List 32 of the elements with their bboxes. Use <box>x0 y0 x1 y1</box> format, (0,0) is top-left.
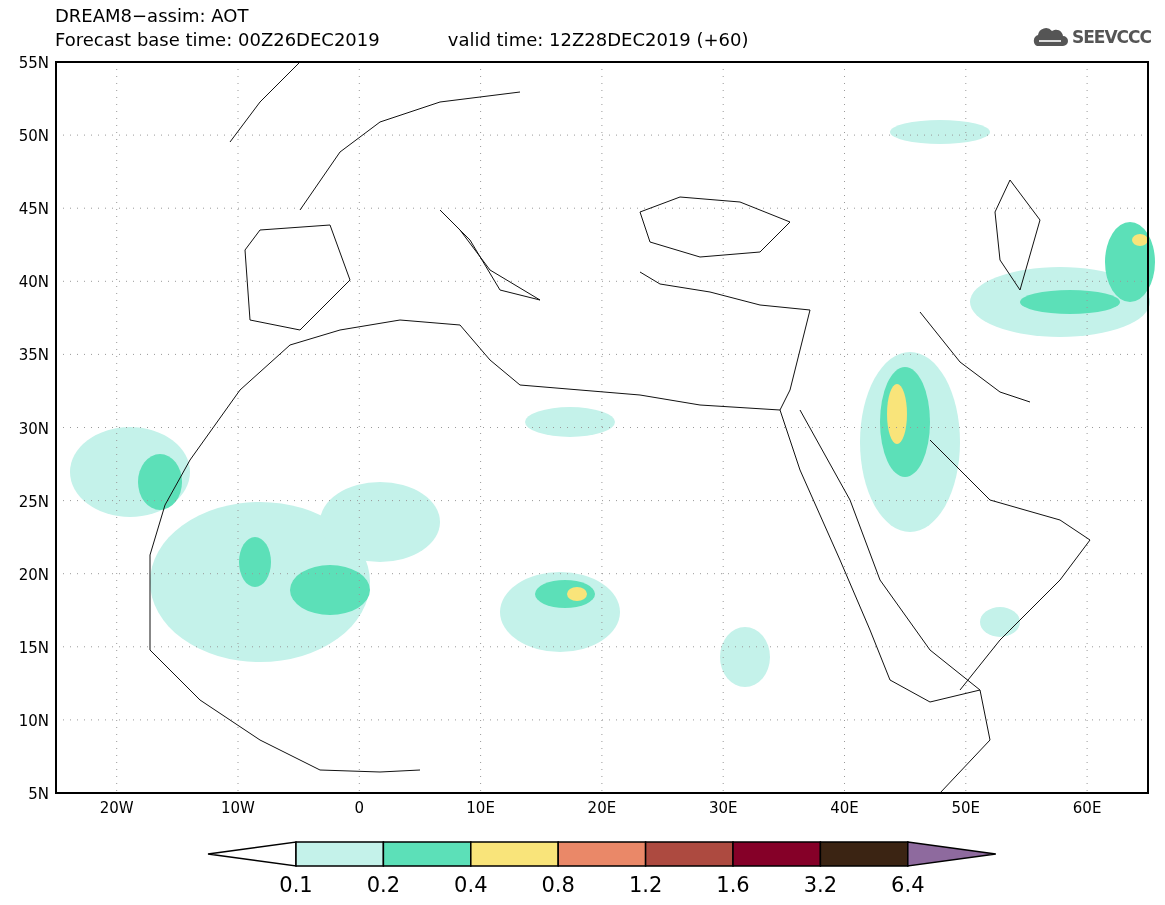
longitude-label: 30E <box>708 799 738 817</box>
latitude-label: 20N <box>18 565 49 584</box>
latitude-label: 25N <box>18 492 49 511</box>
legend-label: 0.2 <box>366 873 401 897</box>
longitude-label: 0 <box>354 799 365 817</box>
latitude-label: 15N <box>18 638 49 657</box>
legend-label: 3.2 <box>803 873 838 897</box>
latitude-label: 10N <box>18 711 49 730</box>
latitude-label: 50N <box>18 127 49 146</box>
latitude-label: 5N <box>28 785 49 803</box>
legend-label: 0.4 <box>454 873 488 897</box>
longitude-label: 40E <box>830 799 859 817</box>
base-time-label: Forecast base time: 00Z26DEC2019 <box>55 29 380 50</box>
legend-label: 6.4 <box>891 873 925 897</box>
latitude-label: 40N <box>18 273 49 292</box>
latitude-label: 55N <box>18 54 49 72</box>
chart-title: DREAM8−assim: AOT <box>55 4 250 28</box>
legend-label: 1.6 <box>716 873 750 897</box>
longitude-label: 20E <box>587 799 617 817</box>
latitude-label: 45N <box>18 200 49 219</box>
longitude-label: 50E <box>951 799 981 817</box>
latitude-label: 30N <box>18 419 49 438</box>
logo-text: SEEVCCC <box>1071 27 1151 47</box>
latitude-label: 35N <box>18 346 49 365</box>
legend-label: 0.1 <box>279 873 313 897</box>
legend-label: 0.8 <box>541 873 575 897</box>
longitude-label: 10E <box>466 799 495 817</box>
longitude-label: 20W <box>99 799 134 817</box>
longitude-label: 60E <box>1072 799 1102 817</box>
valid-time-label: valid time: 12Z28DEC2019 (+60) <box>447 29 749 50</box>
longitude-label: 10W <box>221 799 255 817</box>
legend-label: 1.2 <box>628 873 663 897</box>
